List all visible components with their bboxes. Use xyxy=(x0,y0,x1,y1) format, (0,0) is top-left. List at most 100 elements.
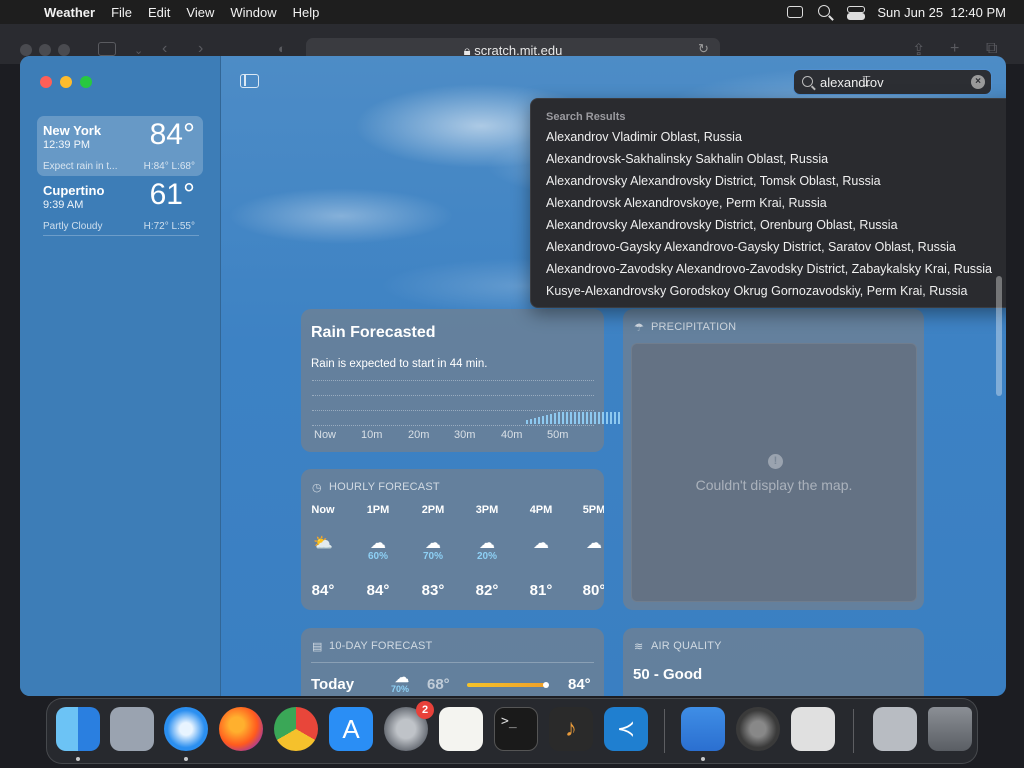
chrome-icon[interactable] xyxy=(274,707,318,751)
precip-chance: 70% xyxy=(391,684,410,694)
vscode-icon[interactable]: ≺ xyxy=(604,707,648,751)
reload-icon[interactable]: ↻ xyxy=(698,41,709,57)
precip-chance xyxy=(574,551,604,563)
rain-bar xyxy=(566,412,568,424)
screen-mirroring-icon[interactable] xyxy=(787,6,804,18)
clear-search-icon[interactable]: × xyxy=(971,75,985,89)
map-error-message: Couldn't display the map. xyxy=(695,477,853,493)
privacy-icon[interactable]: ◐ xyxy=(278,41,286,56)
archive-icon[interactable] xyxy=(873,707,917,751)
hour-label: 5PM xyxy=(582,504,604,516)
rain-bar xyxy=(602,412,604,424)
forecast-row-today[interactable]: Today ☁ 70% 68° 84° xyxy=(311,669,596,696)
dock-separator xyxy=(853,709,854,753)
control-center-icon[interactable] xyxy=(847,6,866,20)
search-input[interactable] xyxy=(820,74,960,90)
search-result-item[interactable]: Alexandrovsky Alexandrovsky District, To… xyxy=(546,170,1006,192)
city-time: 9:39 AM xyxy=(43,199,84,211)
menu-window[interactable]: Window xyxy=(222,5,284,20)
divider xyxy=(43,235,199,236)
close-window-button[interactable] xyxy=(40,76,52,88)
city-temperature: 84° xyxy=(149,118,195,151)
rain-bar xyxy=(594,412,596,424)
rain-bar xyxy=(570,412,572,424)
tick-label: Now xyxy=(314,429,337,441)
search-field[interactable]: × xyxy=(793,69,992,95)
safari-icon[interactable] xyxy=(164,707,208,751)
hour-temp: 83° xyxy=(421,582,445,599)
finder-icon[interactable] xyxy=(56,707,100,751)
hour-label: 4PM xyxy=(529,504,553,516)
search-results-header: Search Results xyxy=(546,111,626,123)
hour-column: 5PM ☁ 80° xyxy=(574,504,604,599)
alert-icon: ! xyxy=(768,454,783,469)
browser-sidebar-icon[interactable] xyxy=(98,42,116,56)
cloud-icon: ☁ xyxy=(533,535,549,552)
search-result-item[interactable]: Kusye-Alexandrovsky Gorodskoy Okrug Gorn… xyxy=(546,280,1006,302)
system-settings-icon[interactable] xyxy=(736,707,780,751)
zoom-window-button[interactable] xyxy=(80,76,92,88)
rain-bar xyxy=(558,412,560,424)
forecast-high: 84° xyxy=(568,676,591,693)
chart-baseline xyxy=(312,425,594,426)
cloud-icon: ☁ xyxy=(586,535,602,552)
menu-edit[interactable]: Edit xyxy=(140,5,178,20)
precipitation-map[interactable]: ! Couldn't display the map. xyxy=(631,343,917,602)
menu-file[interactable]: File xyxy=(103,5,140,20)
app-store-icon[interactable]: A xyxy=(329,707,373,751)
search-result-item[interactable]: Alexandrov Vladimir Oblast, Russia xyxy=(546,126,1006,148)
search-result-item[interactable]: Alexandrovsky Alexandrovsky District, Or… xyxy=(546,214,1006,236)
rain-forecast-subtitle: Rain is expected to start in 44 min. xyxy=(311,358,488,370)
scrollbar[interactable] xyxy=(996,276,1002,396)
city-name: Cupertino xyxy=(43,183,105,198)
search-result-item[interactable]: Alexandrovsk Alexandrovskoye, Perm Krai,… xyxy=(546,192,1006,214)
hour-temp: 80° xyxy=(582,582,604,599)
precipitation-card: ☂ PRECIPITATION ! Couldn't display the m… xyxy=(623,309,924,610)
menu-view[interactable]: View xyxy=(178,5,222,20)
precip-chance xyxy=(521,551,561,563)
sidebar-item-cupertino[interactable]: Cupertino 9:39 AM 61° Partly Cloudy H:72… xyxy=(37,176,203,236)
hour-label: Now xyxy=(311,504,335,516)
menu-app-name[interactable]: Weather xyxy=(36,5,103,20)
terminal-icon[interactable]: >_ xyxy=(494,707,538,751)
forecast-day: Today xyxy=(311,676,355,693)
sidebar-item-new-york[interactable]: New York 12:39 PM 84° Expect rain in t..… xyxy=(37,116,203,176)
menu-bar-clock[interactable]: Sun Jun 25 12:40 PM xyxy=(877,5,1006,20)
hour-label: 3PM xyxy=(475,504,499,516)
tick-label: 10m xyxy=(361,429,383,441)
rain-forecast-card: Rain Forecasted Rain is expected to star… xyxy=(301,309,620,452)
rain-bar xyxy=(618,412,620,424)
garageband-icon[interactable]: ♪ xyxy=(549,707,593,751)
sidebar-toggle-icon[interactable] xyxy=(240,74,259,88)
rain-bar xyxy=(590,412,592,424)
search-result-item[interactable]: Alexandrovsk-Sakhalinsky Sakhalin Oblast… xyxy=(546,148,1006,170)
hour-temp: 81° xyxy=(529,582,553,599)
air-icon: ≋ xyxy=(634,641,644,653)
minimize-window-button[interactable] xyxy=(60,76,72,88)
textedit-icon[interactable] xyxy=(439,707,483,751)
hour-column: 1PM ☁ 60% 84° xyxy=(358,504,398,599)
city-high-low: H:72° L:55° xyxy=(143,221,195,232)
city-condition: Partly Cloudy xyxy=(43,221,103,232)
spotlight-search-icon[interactable] xyxy=(817,5,833,19)
automator-icon[interactable] xyxy=(791,707,835,751)
launchpad-icon[interactable] xyxy=(110,707,154,751)
tick-label: 20m xyxy=(408,429,430,441)
rain-bar xyxy=(534,418,536,424)
search-icon xyxy=(802,76,813,87)
rain-bar xyxy=(546,415,548,424)
air-quality-value: 50 - Good xyxy=(633,666,703,683)
trash-icon[interactable] xyxy=(928,707,972,751)
weather-app-icon[interactable] xyxy=(681,707,725,751)
system-preferences-icon[interactable]: 2 xyxy=(384,701,434,751)
search-result-item[interactable]: Alexandrovo-Gaysky Alexandrovo-Gaysky Di… xyxy=(546,236,1006,258)
running-indicator xyxy=(184,757,188,761)
search-result-item[interactable]: Alexandrovo-Zavodsky Alexandrovo-Zavodsk… xyxy=(546,258,1006,280)
firefox-icon[interactable] xyxy=(219,707,263,751)
precip-chance: 60% xyxy=(367,551,388,562)
rain-bar xyxy=(574,412,576,424)
rain-bar xyxy=(562,412,564,424)
chart-gridline xyxy=(312,410,594,411)
menu-help[interactable]: Help xyxy=(285,5,328,20)
rain-cloud-icon: ☁ xyxy=(425,535,441,552)
